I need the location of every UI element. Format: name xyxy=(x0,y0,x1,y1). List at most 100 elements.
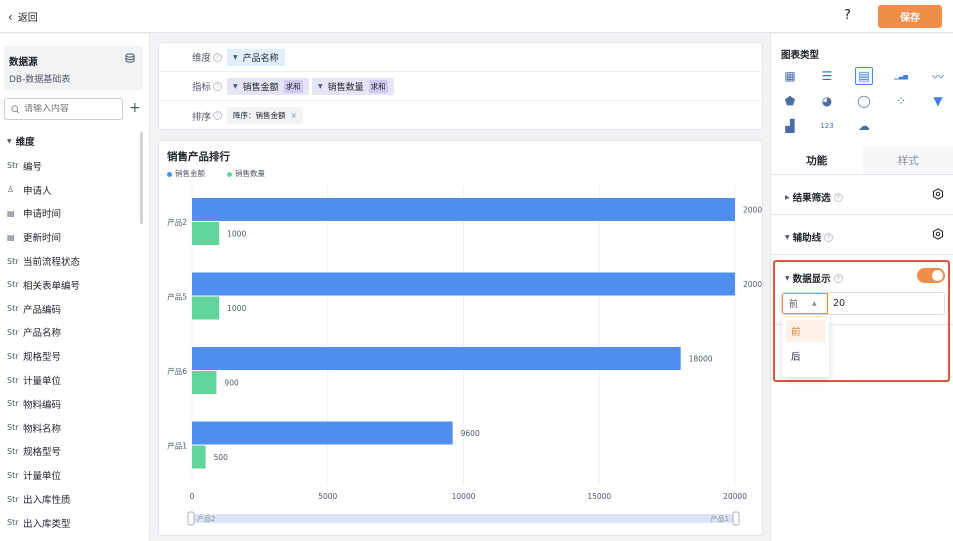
sort-chip[interactable]: 降序：销售金额 × xyxy=(227,107,303,124)
field-label: 编号 xyxy=(23,161,43,173)
horizontal-bar-icon[interactable]: ▤ xyxy=(855,67,873,85)
field-item[interactable]: Str 编号 xyxy=(7,154,137,178)
map-icon[interactable]: ☁ xyxy=(855,117,873,135)
field-item[interactable]: Str 相关表单编号 xyxy=(7,273,137,297)
scrollbar[interactable] xyxy=(140,132,143,224)
field-item[interactable]: Str 物料编码 xyxy=(7,392,137,416)
caret-up-icon: ▲ xyxy=(812,300,817,307)
dimension-chip-label: 产品名称 xyxy=(242,53,279,64)
field-list: Str 编号 ♙ 申请人 ▤ 申请时间 ▤ 更新时间 Str 当前流程状态 Str 相关表单编号 Str… xyxy=(7,154,137,535)
tab-style[interactable]: 样式 xyxy=(862,147,953,174)
close-icon[interactable]: × xyxy=(291,111,297,120)
search-input[interactable] xyxy=(24,104,114,114)
caret-down-icon: ▼ xyxy=(785,233,790,241)
y-tick-label: 产品6 xyxy=(167,366,187,376)
field-item[interactable]: ▤ 更新时间 xyxy=(7,225,137,249)
database-switch-icon[interactable] xyxy=(125,53,135,63)
metric-chip[interactable]: ▼ 销售数量 求和 xyxy=(312,77,394,95)
field-item[interactable]: Str 物料名称 xyxy=(7,416,137,440)
chart-legend: 销售金额 销售数量 xyxy=(167,168,265,179)
number-card-icon[interactable]: 123 xyxy=(818,117,836,135)
x-tick-label: 15000 xyxy=(587,492,611,501)
funnel-icon[interactable]: ▼ xyxy=(929,92,947,110)
field-item[interactable]: Str 出入库类型 xyxy=(7,511,137,535)
help-circle-icon[interactable]: ? xyxy=(833,192,843,202)
x-tick-label: 5000 xyxy=(318,492,337,501)
field-item[interactable]: Str 计量单位 xyxy=(7,463,137,487)
donut-icon[interactable]: ◯ xyxy=(855,92,873,110)
bar-icon[interactable]: ▁▃▅ xyxy=(892,67,910,85)
add-field-icon[interactable]: + xyxy=(129,100,141,116)
legend-item[interactable]: 销售金额 xyxy=(167,168,205,179)
field-label: 相关表单编号 xyxy=(23,280,81,292)
field-label: 申请时间 xyxy=(23,209,62,221)
tab-function[interactable]: 功能 xyxy=(771,147,863,174)
back-button[interactable]: ‹ 返回 xyxy=(8,9,38,25)
help-circle-icon[interactable]: ? xyxy=(824,232,834,242)
field-label: 计量单位 xyxy=(23,376,62,388)
bar-chart: 0 5000 10000 15000 20000 产品2 2000 1000 产品5 2000 10… xyxy=(167,186,762,526)
zoom-label: 产品1 xyxy=(711,514,729,523)
radar-icon[interactable]: ⬟ xyxy=(781,92,799,110)
config-panel: 维度? ▼ 产品名称 指标? ▼ 销售金额 求和 ▼ 销售数量 求和 排序? 降… xyxy=(158,42,764,130)
field-item[interactable]: Str 计量单位 xyxy=(7,368,137,392)
datasource-card[interactable]: 数据源 DB-数据基础表 xyxy=(4,46,143,90)
field-item[interactable]: ♙ 申请人 xyxy=(7,178,137,202)
dropdown-option[interactable]: 后 xyxy=(786,345,825,367)
dimension-row: 维度? ▼ 产品名称 xyxy=(159,43,764,72)
y-tick-label: 产品2 xyxy=(167,217,187,227)
gear-icon[interactable] xyxy=(932,228,944,240)
help-circle-icon[interactable]: ? xyxy=(213,81,223,91)
table-icon[interactable]: ▦ xyxy=(781,67,799,85)
field-panel: 数据源 DB-数据基础表 + ▼ 维度 Str 编号 ♙ 申请人 ▤ 申请时间 ▤ 更新时间 S… xyxy=(0,34,150,541)
search-field[interactable] xyxy=(4,98,123,120)
help-icon[interactable]: ? xyxy=(844,8,851,23)
help-circle-icon[interactable]: ? xyxy=(213,52,223,62)
gear-icon[interactable] xyxy=(932,188,944,200)
legend-item[interactable]: 销售数量 xyxy=(227,168,265,179)
calendar-icon: ▤ xyxy=(7,232,15,242)
datasource-name: DB-数据基础表 xyxy=(9,75,71,85)
field-label: 产品名称 xyxy=(23,328,62,340)
metric-chip[interactable]: ▼ 销售金额 求和 xyxy=(227,77,309,95)
zoom-slider xyxy=(192,514,737,523)
count-input[interactable]: 20 xyxy=(833,298,845,309)
field-item[interactable]: Str 规格型号 xyxy=(7,344,137,368)
data-display-toggle[interactable] xyxy=(917,268,945,283)
field-item[interactable]: ▤ 申请时间 xyxy=(7,202,137,226)
combo-icon[interactable]: ▟ xyxy=(781,117,799,135)
list-icon[interactable]: ☰ xyxy=(818,67,836,85)
string-type-icon: Str xyxy=(7,494,19,504)
sort-label: 排序 xyxy=(192,111,212,123)
caret-down-icon: ▼ xyxy=(318,82,323,90)
result-filter-section[interactable]: ▶ 结果筛选? xyxy=(771,175,953,215)
pie-icon[interactable]: ◕ xyxy=(818,92,836,110)
dropdown-option[interactable]: 前 xyxy=(786,320,825,342)
field-item[interactable]: Str 当前流程状态 xyxy=(7,249,137,273)
bar xyxy=(192,445,206,469)
data-label: 1000 xyxy=(227,304,246,313)
bar xyxy=(192,222,220,245)
save-button[interactable]: 保存 xyxy=(878,5,942,28)
chart-type-title: 图表类型 xyxy=(781,50,820,61)
field-label: 物料名称 xyxy=(23,423,62,435)
field-item[interactable]: Str 产品编码 xyxy=(7,297,137,321)
dimension-chip[interactable]: ▼ 产品名称 xyxy=(227,48,285,66)
direction-select[interactable]: 前 ▲ xyxy=(782,293,828,314)
aggregation-badge: 求和 xyxy=(283,79,303,93)
direction-select-value: 前 xyxy=(789,300,799,310)
string-type-icon: Str xyxy=(7,470,19,480)
bar xyxy=(192,296,220,320)
dimension-header[interactable]: ▼ 维度 xyxy=(7,134,35,148)
legend-label: 销售数量 xyxy=(235,169,265,178)
guide-line-section[interactable]: ▼ 辅助线? xyxy=(771,215,953,255)
top-n-control: 前 ▲ 20 xyxy=(781,292,945,315)
field-item[interactable]: Str 出入库性质 xyxy=(7,487,137,511)
field-item[interactable]: Str 产品名称 xyxy=(7,321,137,345)
zoom-label: 产品2 xyxy=(197,514,215,523)
line-icon[interactable]: 〰 xyxy=(929,67,947,85)
field-item[interactable]: Str 规格型号 xyxy=(7,440,137,464)
field-label: 申请人 xyxy=(23,185,52,197)
scatter-icon[interactable]: ⁘ xyxy=(892,92,910,110)
help-circle-icon[interactable]: ? xyxy=(213,111,223,120)
